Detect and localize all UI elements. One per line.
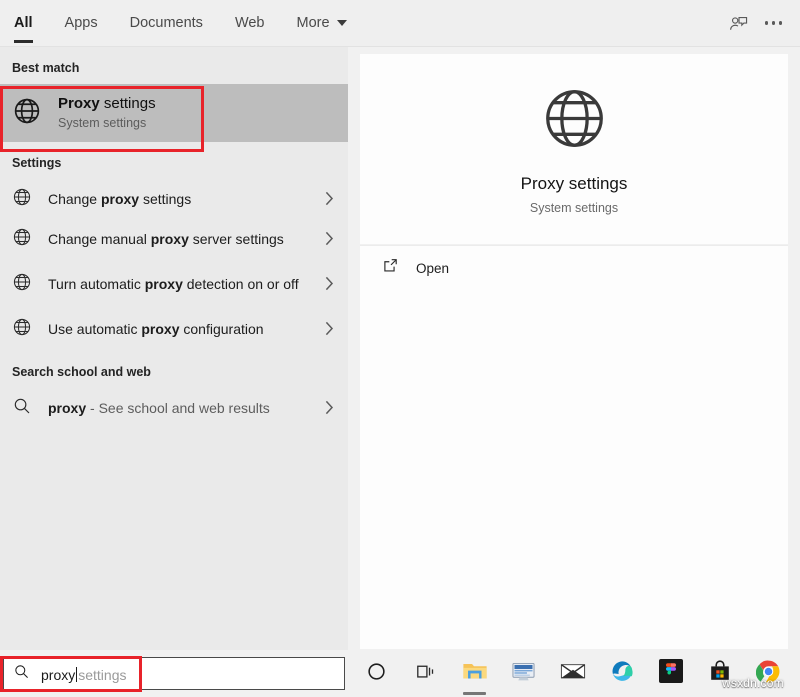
result-label: Change manual proxy server settings bbox=[48, 230, 316, 249]
search-results-pane: Best match Proxy settings System setting… bbox=[0, 47, 348, 650]
preview-title: Proxy settings bbox=[521, 174, 628, 194]
result-use-automatic-proxy-configuration[interactable]: Use automatic proxy configuration bbox=[0, 309, 348, 349]
result-web-search-proxy[interactable]: proxy - See school and web results bbox=[0, 388, 348, 428]
preview-actions: Open bbox=[360, 245, 788, 649]
tab-documents-label: Documents bbox=[130, 15, 203, 31]
tab-apps[interactable]: Apps bbox=[49, 0, 114, 47]
label-pre: Use automatic bbox=[48, 321, 141, 337]
preview-pane: Proxy settings System settings Open bbox=[348, 47, 800, 650]
label-pre: Change bbox=[48, 191, 101, 207]
label-post: - See school and web results bbox=[86, 400, 270, 416]
globe-icon bbox=[12, 227, 32, 252]
tabbar-actions bbox=[728, 13, 800, 34]
tab-all-label: All bbox=[14, 15, 33, 31]
result-label: Change proxy settings bbox=[48, 190, 316, 209]
label-bold: proxy bbox=[101, 191, 139, 207]
result-label: Use automatic proxy configuration bbox=[48, 320, 316, 339]
monitor-icon bbox=[511, 660, 536, 688]
tab-more[interactable]: More bbox=[281, 0, 363, 47]
text-cursor bbox=[76, 667, 77, 682]
chevron-down-icon bbox=[337, 20, 347, 26]
tab-documents[interactable]: Documents bbox=[114, 0, 219, 47]
globe-icon bbox=[12, 96, 42, 131]
mail-button[interactable] bbox=[548, 650, 597, 697]
open-external-icon bbox=[382, 257, 399, 279]
task-view-button[interactable] bbox=[401, 650, 450, 697]
chevron-right-icon[interactable] bbox=[325, 191, 334, 208]
best-match-title: Proxy settings bbox=[58, 95, 156, 112]
label-bold: proxy bbox=[141, 321, 179, 337]
envelope-icon bbox=[560, 661, 586, 686]
search-icon bbox=[13, 663, 30, 685]
tab-all[interactable]: All bbox=[0, 0, 49, 47]
search-text: proxy settings bbox=[41, 665, 126, 683]
label-bold: proxy bbox=[48, 400, 86, 416]
chevron-right-icon[interactable] bbox=[325, 321, 334, 338]
search-suggestion-text: settings bbox=[78, 667, 126, 683]
best-match-title-rest: settings bbox=[100, 95, 156, 112]
result-label: Turn automatic proxy detection on or off bbox=[48, 275, 316, 294]
tab-more-label: More bbox=[297, 15, 330, 31]
search-icon bbox=[12, 396, 32, 421]
globe-icon bbox=[540, 84, 609, 158]
feedback-person-icon[interactable] bbox=[728, 13, 749, 34]
circle-icon bbox=[366, 661, 387, 687]
result-label: proxy - See school and web results bbox=[48, 399, 316, 418]
best-match-title-bold: Proxy bbox=[58, 95, 100, 112]
figma-button[interactable] bbox=[646, 650, 695, 697]
label-post: detection on or off bbox=[183, 276, 299, 292]
preview-card: Proxy settings System settings bbox=[360, 54, 788, 244]
result-turn-automatic-proxy-detection[interactable]: Turn automatic proxy detection on or off bbox=[0, 259, 348, 309]
search-filter-tabbar: All Apps Documents Web More bbox=[0, 0, 800, 47]
watermark: wsxdn.com bbox=[722, 676, 784, 690]
preview-subtitle: System settings bbox=[530, 201, 618, 215]
label-pre: Turn automatic bbox=[48, 276, 145, 292]
tab-list: All Apps Documents Web More bbox=[0, 0, 363, 47]
figma-icon bbox=[659, 659, 683, 688]
label-pre: Change manual bbox=[48, 231, 151, 247]
edge-button[interactable] bbox=[597, 650, 646, 697]
tab-web[interactable]: Web bbox=[219, 0, 281, 47]
result-change-manual-proxy-server-settings[interactable]: Change manual proxy server settings bbox=[0, 219, 348, 259]
label-post: configuration bbox=[180, 321, 264, 337]
settings-heading: Settings bbox=[0, 142, 348, 179]
best-match-result-proxy-settings[interactable]: Proxy settings System settings bbox=[0, 84, 348, 142]
tab-web-label: Web bbox=[235, 15, 265, 31]
chevron-right-icon[interactable] bbox=[325, 231, 334, 248]
ellipsis-icon[interactable] bbox=[765, 21, 783, 25]
tab-apps-label: Apps bbox=[65, 15, 98, 31]
chevron-right-icon[interactable] bbox=[325, 276, 334, 293]
globe-icon bbox=[12, 317, 32, 342]
edge-icon bbox=[609, 659, 634, 689]
folder-icon bbox=[462, 659, 488, 688]
search-typed-value: proxy bbox=[41, 667, 75, 683]
web-search-heading: Search school and web bbox=[0, 349, 348, 388]
label-post: server settings bbox=[189, 231, 284, 247]
globe-icon bbox=[12, 187, 32, 212]
label-post: settings bbox=[139, 191, 191, 207]
cortana-button[interactable] bbox=[352, 650, 401, 697]
open-action-button[interactable]: Open bbox=[360, 246, 788, 290]
windows-search-flyout: All Apps Documents Web More bbox=[0, 0, 800, 697]
best-match-text: Proxy settings System settings bbox=[58, 94, 156, 132]
taskbar-search-input[interactable]: proxy settings bbox=[3, 657, 345, 690]
file-explorer-button[interactable] bbox=[450, 650, 499, 697]
best-match-heading: Best match bbox=[0, 47, 348, 84]
best-match-container: Proxy settings System settings bbox=[0, 84, 348, 142]
display-settings-button[interactable] bbox=[499, 650, 548, 697]
label-bold: proxy bbox=[145, 276, 183, 292]
best-match-subtitle: System settings bbox=[58, 116, 156, 132]
task-view-icon bbox=[415, 661, 436, 687]
result-change-proxy-settings[interactable]: Change proxy settings bbox=[0, 179, 348, 219]
chevron-right-icon[interactable] bbox=[325, 400, 334, 417]
label-bold: proxy bbox=[151, 231, 189, 247]
open-action-label: Open bbox=[416, 261, 449, 276]
globe-icon bbox=[12, 272, 32, 297]
